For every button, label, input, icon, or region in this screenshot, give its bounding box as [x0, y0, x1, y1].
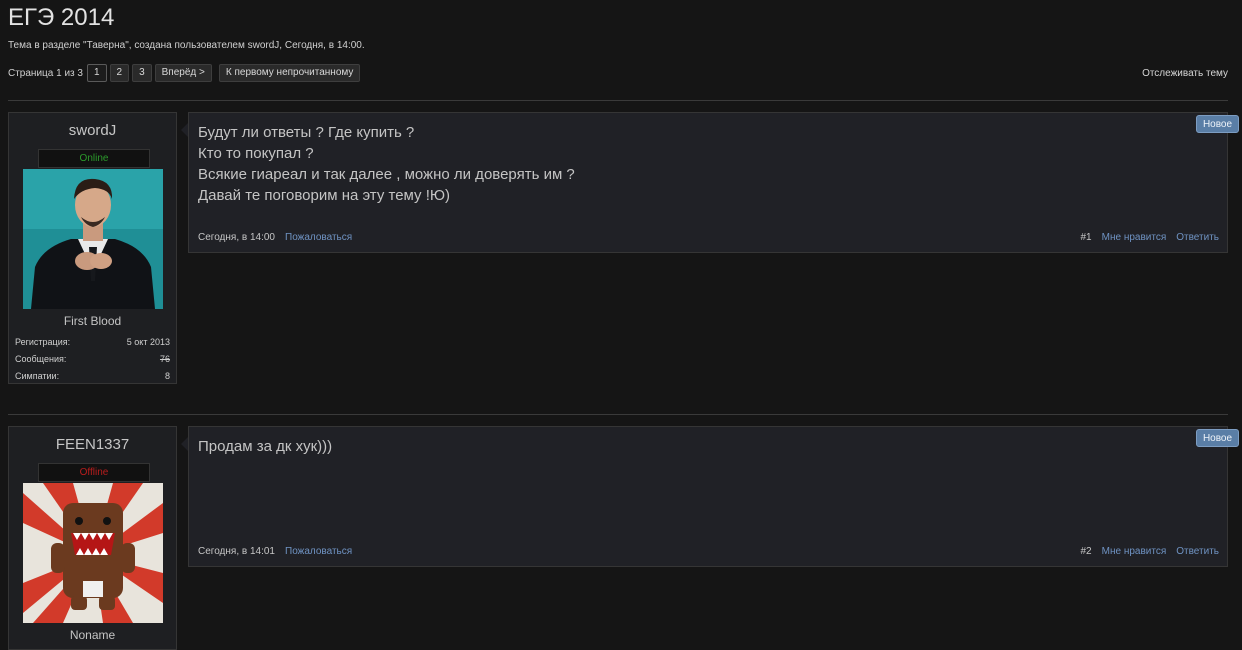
- post-1-online-status: Online: [38, 149, 150, 168]
- post-1-username[interactable]: swordJ: [9, 122, 176, 142]
- post-1-message-text: Будут ли ответы ? Где купить ? Кто то по…: [198, 122, 575, 206]
- message-line: Давай те поговорим на эту тему !Ю): [198, 187, 451, 204]
- stat-label: Сообщения:: [15, 354, 67, 364]
- page-2-button[interactable]: 2: [109, 64, 130, 82]
- post-1-user-stats: Регистрация: 5 окт 2013 Сообщения: 76 Си…: [15, 334, 170, 385]
- divider: [8, 100, 1228, 101]
- post-2-reply-link[interactable]: Ответить: [1176, 546, 1219, 557]
- first-unread-button[interactable]: К первому непрочитанному: [218, 64, 361, 82]
- message-line: Кто то покупал ?: [198, 145, 314, 162]
- divider: [8, 414, 1228, 415]
- post-1-author-panel: swordJ Online First Blood Регистрация: 5…: [8, 112, 177, 384]
- post-2-avatar[interactable]: [23, 483, 163, 623]
- post-1-permalink[interactable]: #1: [1081, 232, 1092, 243]
- post-1-date: Сегодня, в 14:00: [198, 231, 275, 243]
- post-2-report-link[interactable]: Пожаловаться: [285, 546, 352, 557]
- post-1-report-link[interactable]: Пожаловаться: [285, 232, 352, 243]
- post-1-message: Будут ли ответы ? Где купить ? Кто то по…: [188, 112, 1228, 253]
- stat-label: Регистрация:: [15, 337, 71, 347]
- post-2-permalink[interactable]: #2: [1081, 546, 1092, 557]
- post-1-new-badge: Новое: [1196, 115, 1239, 133]
- post-2-author-panel: FEEN1337 Offline Noname: [8, 426, 177, 650]
- stat-value[interactable]: 76: [160, 351, 170, 368]
- post-1-user-title: First Blood: [63, 314, 122, 328]
- post-2-date: Сегодня, в 14:01: [198, 545, 275, 557]
- post-2-footer: Сегодня, в 14:01 Пожаловаться #2 Мне нра…: [198, 544, 1219, 558]
- post-1-reply-link[interactable]: Ответить: [1176, 232, 1219, 243]
- post-1-avatar[interactable]: [23, 169, 163, 309]
- page-3-button[interactable]: 3: [132, 64, 152, 82]
- post-2-message-text: Продам за дк хук))): [198, 436, 332, 457]
- thread-meta: Тема в разделе "Таверна", создана пользо…: [8, 40, 365, 51]
- message-line: Всякие гиареал и так далее , можно ли до…: [198, 166, 575, 183]
- stat-messages: Сообщения: 76: [15, 351, 170, 368]
- post-1-like-link[interactable]: Мне нравится: [1102, 232, 1167, 243]
- post-2-pointer: [181, 437, 188, 451]
- next-page-button[interactable]: Вперёд >: [154, 64, 212, 82]
- message-line: Будут ли ответы ? Где купить ?: [198, 124, 415, 141]
- stat-value: 5 окт 2013: [126, 337, 170, 347]
- post-2-new-badge: Новое: [1196, 429, 1239, 447]
- post-1-footer: Сегодня, в 14:00 Пожаловаться #1 Мне нра…: [198, 230, 1219, 244]
- pagination: Страница 1 из 3 1 2 3 Вперёд > К первому…: [8, 64, 361, 82]
- post-2-username[interactable]: FEEN1337: [9, 436, 176, 456]
- post-2-message: Продам за дк хук))) Сегодня, в 14:01 Пож…: [188, 426, 1228, 567]
- post-2-offline-status: Offline: [38, 463, 150, 482]
- page-1-button[interactable]: 1: [86, 64, 107, 82]
- stat-registration: Регистрация: 5 окт 2013: [15, 334, 170, 351]
- post-2-like-link[interactable]: Мне нравится: [1102, 546, 1167, 557]
- post-2-user-title: Noname: [69, 628, 116, 642]
- stat-likes: Симпатии: 8: [15, 368, 170, 385]
- thread-title: ЕГЭ 2014: [8, 4, 115, 31]
- stat-label: Симпатии:: [15, 371, 60, 381]
- stat-value: 8: [164, 371, 170, 381]
- message-line: Продам за дк хук))): [198, 438, 333, 455]
- page-count-label: Страница 1 из 3: [8, 67, 83, 79]
- watch-thread-link[interactable]: Отслеживать тему: [1142, 68, 1228, 79]
- post-1-pointer: [181, 123, 188, 137]
